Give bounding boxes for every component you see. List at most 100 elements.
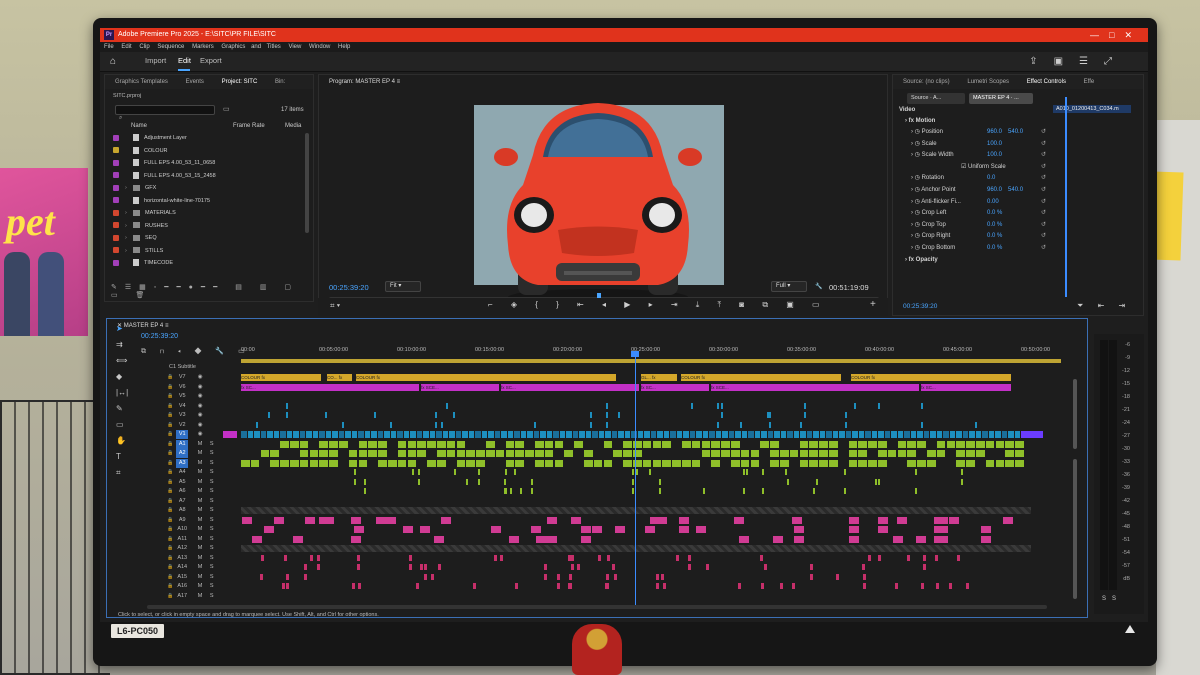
timeline-clip[interactable] xyxy=(494,554,498,561)
timeline-clip[interactable] xyxy=(535,459,544,467)
timeline-clip[interactable] xyxy=(715,431,721,438)
solo-button[interactable]: S xyxy=(208,498,214,504)
lock-icon[interactable]: 🔒 xyxy=(167,488,173,494)
timeline-clip[interactable] xyxy=(623,440,632,448)
timeline-clip[interactable] xyxy=(223,431,237,438)
project-item[interactable]: TIMECODE xyxy=(113,258,173,269)
timeline-clip[interactable] xyxy=(813,431,819,438)
timeline-clip[interactable] xyxy=(515,459,524,467)
timeline-clip[interactable] xyxy=(637,431,643,438)
timeline-clip[interactable] xyxy=(603,459,613,467)
reset-icon[interactable]: ↺ xyxy=(1041,185,1046,196)
timeline-clip[interactable] xyxy=(418,469,421,475)
timeline-clip[interactable] xyxy=(397,440,407,448)
timeline-clip[interactable] xyxy=(420,526,431,533)
timeline-clip[interactable] xyxy=(800,421,803,428)
timeline-clip[interactable] xyxy=(701,440,711,448)
tab-project[interactable]: Project: SITC xyxy=(222,79,258,85)
timeline-clip[interactable] xyxy=(922,564,926,570)
timeline-clip[interactable] xyxy=(965,583,969,589)
rectangle-tool-icon[interactable]: ▭ xyxy=(116,420,124,429)
timeline-clip[interactable] xyxy=(787,431,793,438)
timeline-clip[interactable] xyxy=(325,431,331,438)
timeline-clip[interactable] xyxy=(799,450,809,457)
timeline-clip[interactable] xyxy=(895,583,899,589)
tab-events[interactable]: Events xyxy=(186,79,204,85)
timeline-clip[interactable] xyxy=(351,431,357,438)
quick-export-icon[interactable]: ▣ xyxy=(1054,56,1079,67)
timeline-clip[interactable] xyxy=(436,431,442,438)
tab-graphics-templates[interactable]: Graphics Templates xyxy=(115,79,168,85)
expand-chevron-icon[interactable]: › xyxy=(125,221,133,232)
timeline-clip[interactable] xyxy=(312,431,318,438)
timeline-clip[interactable] xyxy=(264,526,275,533)
label-color-swatch[interactable] xyxy=(113,197,119,204)
timeline-clip[interactable] xyxy=(1005,450,1014,457)
ec-param-row[interactable]: › ◷ Anti-flicker Fi... 0.00 ↺ xyxy=(911,197,1046,208)
timeline-clip[interactable] xyxy=(368,440,377,448)
track-header[interactable]: 🔒 A11 M S xyxy=(167,535,214,544)
timeline-clip[interactable] xyxy=(691,402,694,409)
timeline-clip[interactable] xyxy=(504,488,507,494)
lock-icon[interactable]: 🔒 xyxy=(167,374,173,380)
timeline-clip[interactable] xyxy=(1015,440,1024,448)
timeline-clip[interactable] xyxy=(242,516,253,524)
timeline-clip[interactable] xyxy=(317,554,321,561)
lock-icon[interactable]: 🔒 xyxy=(167,583,173,589)
timeline-clip[interactable] xyxy=(711,450,720,457)
mute-button[interactable]: M xyxy=(196,536,203,542)
timeline-clip[interactable] xyxy=(660,573,664,580)
timeline-clip[interactable] xyxy=(356,564,360,570)
label-color-swatch[interactable] xyxy=(113,259,119,266)
timeline-clip[interactable] xyxy=(358,440,368,448)
timeline-clip[interactable] xyxy=(769,421,772,428)
mute-button[interactable]: M xyxy=(196,564,203,570)
timeline-clip[interactable] xyxy=(819,459,828,467)
label-color-swatch[interactable] xyxy=(113,147,119,154)
timeline-clip[interactable] xyxy=(592,431,598,438)
timeline-clip[interactable] xyxy=(358,450,368,457)
ec-opacity-section[interactable]: › fx Opacity xyxy=(905,255,938,266)
timeline-clip[interactable] xyxy=(884,431,890,438)
timeline-clip[interactable] xyxy=(309,450,319,457)
timeline-clip[interactable] xyxy=(504,478,507,485)
timeline-clip[interactable] xyxy=(862,573,866,580)
timeline-clip[interactable] xyxy=(446,440,456,448)
razor-tool-icon[interactable]: ◆ xyxy=(116,372,122,381)
timeline-clip[interactable] xyxy=(985,440,995,448)
slip-tool-icon[interactable]: |↔| xyxy=(116,388,128,397)
reset-icon[interactable]: ↺ xyxy=(1041,127,1046,138)
timeline-clip[interactable] xyxy=(603,440,613,448)
timeline-clip[interactable] xyxy=(907,459,916,467)
timeline-clip[interactable] xyxy=(878,440,887,448)
timeline-clip[interactable] xyxy=(441,421,444,428)
timeline-clip[interactable] xyxy=(290,440,299,448)
timeline-clip[interactable] xyxy=(966,459,975,467)
program-timecode[interactable]: 00:25:39:20 xyxy=(329,283,369,292)
program-tab-label[interactable]: Program: MASTER EP 4 xyxy=(329,79,395,85)
program-viewer-frame[interactable] xyxy=(474,103,724,305)
timeline-clip[interactable] xyxy=(865,431,871,438)
timeline-clip[interactable] xyxy=(598,431,604,438)
safe-margins-icon[interactable]: ⌗ ▾ xyxy=(330,301,340,311)
timeline-clip[interactable] xyxy=(557,573,561,580)
timeline-clip[interactable] xyxy=(345,431,351,438)
project-item[interactable]: FULL EPS 4.00_53_15_2458 xyxy=(113,171,216,182)
timeline-clip[interactable] xyxy=(650,516,661,524)
menu-file[interactable]: File xyxy=(104,44,114,50)
expand-chevron-icon[interactable]: › xyxy=(125,183,133,194)
timeline-clip[interactable] xyxy=(260,431,266,438)
timeline-clip[interactable] xyxy=(659,478,662,485)
timeline-clip[interactable]: COLOUR fx xyxy=(241,374,321,381)
audio-scrollbar[interactable] xyxy=(1073,459,1077,599)
timeline-clip[interactable] xyxy=(431,573,435,580)
tab-lumetri-scopes[interactable]: Lumetri Scopes xyxy=(967,79,1009,85)
timeline-clip[interactable] xyxy=(280,440,289,448)
tab-export[interactable]: Export xyxy=(200,56,222,65)
timeline-clip[interactable] xyxy=(676,431,682,438)
timeline-clip[interactable] xyxy=(845,421,848,428)
timeline-clip[interactable] xyxy=(861,564,865,570)
timeline-clip[interactable] xyxy=(845,431,851,438)
timeline-clip[interactable] xyxy=(848,440,858,448)
timeline-clip[interactable] xyxy=(961,478,963,485)
